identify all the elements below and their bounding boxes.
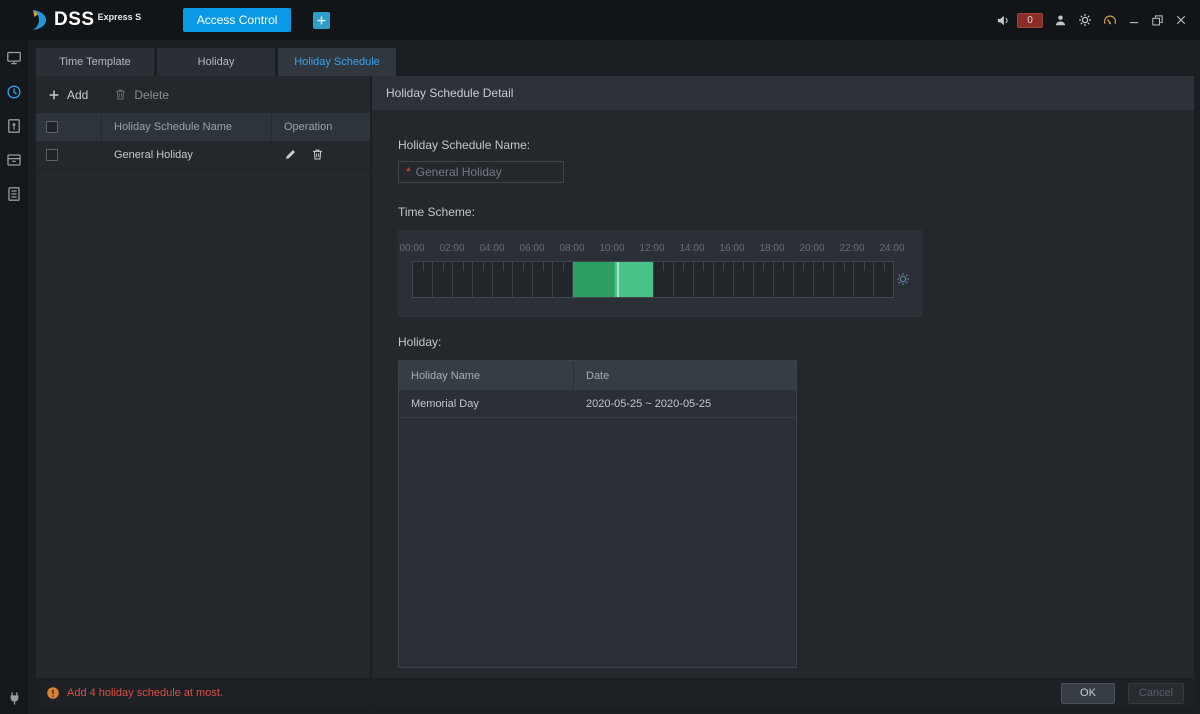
- hour-label: 04:00: [479, 243, 504, 254]
- delete-icon: [114, 88, 127, 101]
- timeline-grid-wrap: [412, 261, 894, 298]
- device-icon[interactable]: [6, 152, 22, 168]
- timeline-selection[interactable]: [573, 262, 653, 297]
- holiday-table: Holiday Name Date Memorial Day 2020-05-2…: [398, 360, 797, 668]
- list-header-row: Holiday Schedule Name Operation: [36, 113, 370, 141]
- detail-panel-title: Holiday Schedule Detail: [372, 76, 1194, 110]
- hour-label: 14:00: [679, 243, 704, 254]
- holiday-date-cell: 2020-05-25 ~ 2020-05-25: [574, 398, 796, 410]
- add-icon: [48, 89, 60, 101]
- holiday-row[interactable]: Memorial Day 2020-05-25 ~ 2020-05-25: [399, 390, 796, 418]
- side-navigation: [0, 40, 28, 714]
- hour-label: 08:00: [559, 243, 584, 254]
- list-footer: Add 4 holiday schedule at most.: [36, 678, 370, 708]
- hour-label: 00:00: [399, 243, 424, 254]
- tab-holiday-schedule[interactable]: Holiday Schedule: [278, 48, 396, 76]
- row-schedule-name: General Holiday: [102, 141, 272, 168]
- time-scheme-panel: 00:00 02:00 04:00 06:00 08:00 10:00 12:0…: [398, 230, 922, 317]
- schedule-list-column: Add Delete Holiday Schedule Name Operati…: [36, 76, 370, 708]
- add-button[interactable]: Add: [48, 88, 88, 102]
- logo-text: DSS: [54, 9, 95, 31]
- access-control-tab[interactable]: Access Control: [183, 8, 291, 32]
- column-header-name: Holiday Schedule Name: [102, 113, 272, 141]
- restore-button[interactable]: [1151, 14, 1164, 27]
- hour-label: 10:00: [599, 243, 624, 254]
- log-icon[interactable]: [6, 186, 22, 202]
- hour-label: 02:00: [439, 243, 464, 254]
- link-icon[interactable]: [7, 691, 22, 706]
- add-module-button[interactable]: [313, 12, 330, 29]
- volume-icon[interactable]: [996, 13, 1011, 28]
- holiday-date-column-header: Date: [574, 370, 796, 382]
- holiday-table-empty-area: [399, 418, 796, 667]
- tab-row: Time Template Holiday Holiday Schedule: [36, 48, 1194, 76]
- detail-body: Holiday Schedule Name: * Time Scheme: 00…: [372, 110, 1194, 678]
- minimize-button[interactable]: [1128, 14, 1140, 26]
- ok-button[interactable]: OK: [1061, 683, 1115, 704]
- timeline-grid[interactable]: [413, 262, 893, 297]
- access-icon[interactable]: [6, 118, 22, 134]
- list-empty-area: [36, 169, 370, 678]
- time-template-icon[interactable]: [6, 84, 22, 100]
- hour-label: 18:00: [759, 243, 784, 254]
- cancel-button[interactable]: Cancel: [1128, 683, 1184, 704]
- time-scheme-label: Time Scheme:: [398, 205, 475, 219]
- close-button[interactable]: [1175, 14, 1187, 26]
- dss-logo-icon: [28, 8, 52, 32]
- delete-row-icon[interactable]: [311, 148, 324, 161]
- holiday-table-header: Holiday Name Date: [399, 361, 796, 390]
- workspace: Time Template Holiday Holiday Schedule A…: [28, 40, 1200, 714]
- logo-suffix: Express S: [98, 12, 142, 22]
- timeline-hour-labels: 00:00 02:00 04:00 06:00 08:00 10:00 12:0…: [412, 243, 892, 257]
- edit-icon[interactable]: [284, 148, 297, 161]
- schedule-name-field: *: [398, 161, 564, 183]
- hour-label: 22:00: [839, 243, 864, 254]
- warning-icon: [46, 686, 60, 700]
- delete-button[interactable]: Delete: [114, 88, 169, 102]
- app-logo: DSS Express S: [28, 9, 141, 32]
- warning-text: Add 4 holiday schedule at most.: [67, 687, 223, 699]
- table-row[interactable]: General Holiday: [36, 141, 370, 169]
- hour-label: 16:00: [719, 243, 744, 254]
- schedule-name-input[interactable]: [416, 165, 563, 179]
- holiday-name-cell: Memorial Day: [399, 390, 574, 417]
- select-all-checkbox[interactable]: [46, 121, 58, 133]
- holiday-label: Holiday:: [398, 335, 441, 349]
- timeline-settings-icon[interactable]: [896, 272, 910, 286]
- holiday-name-column-header: Holiday Name: [399, 361, 574, 390]
- hour-label: 24:00: [879, 243, 904, 254]
- add-label: Add: [67, 88, 88, 102]
- schedule-name-label: Holiday Schedule Name:: [398, 138, 530, 152]
- hour-label: 12:00: [639, 243, 664, 254]
- hour-label: 20:00: [799, 243, 824, 254]
- detail-footer: OK Cancel: [372, 678, 1194, 708]
- row-checkbox[interactable]: [46, 149, 58, 161]
- user-icon[interactable]: [1054, 14, 1067, 27]
- videowall-icon[interactable]: [6, 50, 22, 66]
- detail-column: Holiday Schedule Detail Holiday Schedule…: [372, 76, 1194, 708]
- settings-icon[interactable]: [1078, 13, 1092, 27]
- alarm-count-badge[interactable]: 0: [1017, 13, 1043, 28]
- tab-holiday[interactable]: Holiday: [157, 48, 275, 76]
- hour-label: 06:00: [519, 243, 544, 254]
- schedule-list-panel: Add Delete Holiday Schedule Name Operati…: [36, 76, 370, 678]
- tab-time-template[interactable]: Time Template: [36, 48, 154, 76]
- titlebar-controls: 0: [996, 13, 1200, 28]
- required-marker: *: [406, 165, 411, 179]
- list-toolbar: Add Delete: [36, 76, 370, 113]
- column-header-operation: Operation: [272, 121, 370, 133]
- titlebar: DSS Express S Access Control 0: [0, 0, 1200, 40]
- performance-icon[interactable]: [1103, 13, 1117, 27]
- delete-label: Delete: [134, 88, 169, 102]
